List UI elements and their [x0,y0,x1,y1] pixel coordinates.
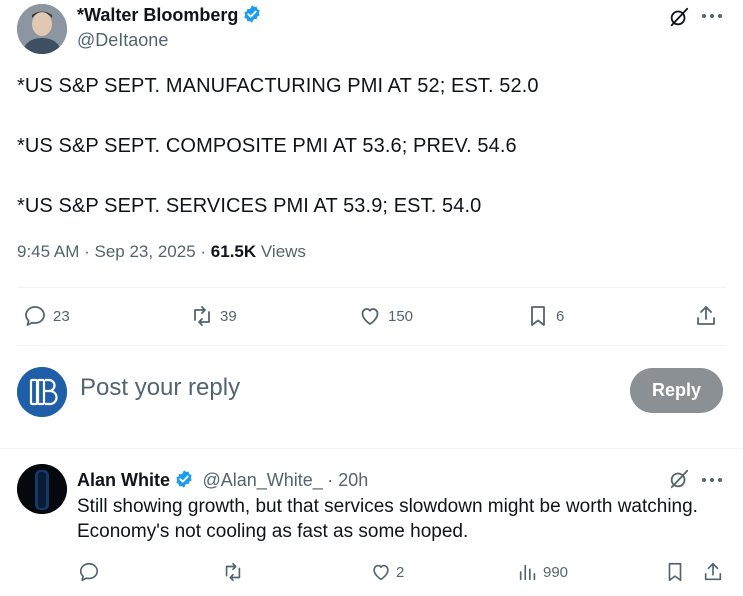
share-icon [704,562,722,581]
verified-badge-icon [176,470,192,488]
bookmark-icon [668,562,682,582]
tweet-text-line: *US S&P SEPT. SERVICES PMI AT 53.9; EST.… [17,195,482,217]
reply-views-action[interactable]: 990 [517,561,568,583]
reply-share-action[interactable] [702,561,724,583]
share-icon [697,306,715,325]
divider [17,345,726,346]
reply-views-count: 990 [543,563,569,581]
reply-icon [79,562,99,582]
like-count: 150 [388,307,414,325]
reply-author-avatar[interactable] [17,464,67,514]
bookmark-action[interactable]: 6 [526,304,564,328]
tweet-meta: 9:45 AM · Sep 23, 2025 · 61.5K Views [17,242,306,262]
heart-icon [361,308,379,325]
analytics-icon [519,564,536,581]
reply-text-line: Still showing growth, but that services … [77,496,698,517]
bookmark-count: 6 [556,307,565,325]
reply-like-action[interactable]: 2 [370,561,404,583]
reply-like-count: 2 [396,563,405,581]
like-action[interactable]: 150 [358,304,413,328]
repost-action[interactable]: 39 [190,304,237,328]
meta-separator: · [84,242,95,261]
bookmark-icon [531,306,545,326]
reply-author-name[interactable]: Alan White [77,470,170,490]
divider [0,448,743,449]
current-user-avatar[interactable] [17,367,67,417]
divider [17,287,726,288]
reply-bookmark-action[interactable] [664,561,686,583]
verified-badge-icon [244,5,261,23]
grok-icon[interactable] [668,468,690,490]
reply-icon [25,306,45,326]
repost-icon [225,562,241,582]
reply-repost-action[interactable] [222,561,244,583]
reply-input[interactable]: Post your reply [80,374,240,402]
author-avatar[interactable] [17,4,67,54]
reply-button[interactable]: Reply [630,368,723,413]
more-options-icon[interactable] [700,470,724,490]
author-handle[interactable]: @DeItaone [77,30,168,51]
reply-author-row: Alan White @Alan_White_ · 20h [77,469,368,491]
reply-time[interactable]: 20h [338,470,368,490]
meta-separator: · [200,242,211,261]
reply-text-line: Economy's not cooling as fast as some ho… [77,521,469,542]
views-label: Views [260,242,306,261]
reply-author-handle[interactable]: @Alan_White_ [202,470,322,490]
tweet-date[interactable]: Sep 23, 2025 [95,242,196,261]
reply-action[interactable]: 23 [23,304,70,328]
author-display-name[interactable]: *Walter Bloomberg [77,5,238,25]
more-options-icon[interactable] [700,6,724,26]
tweet-time[interactable]: 9:45 AM [17,242,79,261]
author-name-row[interactable]: *Walter Bloomberg [77,4,262,26]
tweet-text-line: *US S&P SEPT. COMPOSITE PMI AT 53.6; PRE… [17,135,517,157]
tweet-text-line: *US S&P SEPT. MANUFACTURING PMI AT 52; E… [17,75,539,97]
reply-reply-action[interactable] [78,561,100,583]
views-count: 61.5K [210,242,257,261]
share-action[interactable] [694,304,718,328]
heart-icon [373,564,389,581]
repost-count: 39 [220,307,237,325]
repost-icon [194,306,210,326]
reply-count: 23 [53,307,70,325]
meta-separator: · [327,470,339,490]
grok-icon[interactable] [668,6,690,28]
